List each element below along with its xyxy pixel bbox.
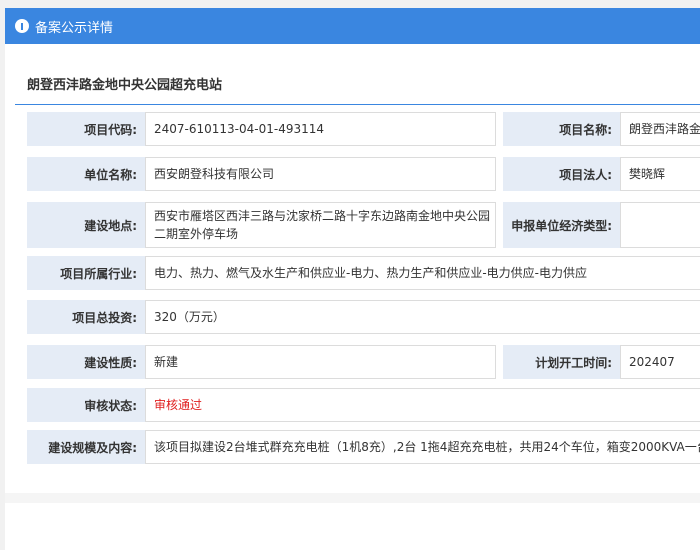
panel-header: 备案公示详情	[5, 8, 700, 44]
project-name-label: 项目名称:	[503, 112, 620, 146]
unit-name-value: 西安朗登科技有限公司	[145, 157, 496, 191]
title-divider	[15, 104, 700, 105]
panel-footer-divider	[5, 493, 700, 503]
legal-person-label: 项目法人:	[503, 157, 620, 191]
start-time-value: 202407	[620, 345, 700, 379]
legal-person-value: 樊晓辉	[620, 157, 700, 191]
review-status-value: 审核通过	[145, 388, 700, 422]
project-code-value: 2407-610113-04-01-493114	[145, 112, 496, 146]
project-code-label: 项目代码:	[27, 112, 145, 146]
scale-value: 该项目拟建设2台堆式群充充电桩（1机8充）,2台 1拖4超充充电桩，共用24个车…	[145, 430, 700, 464]
project-name-value: 朗登西沣路金地中央公园超充电站	[620, 112, 700, 146]
review-status-label: 审核状态:	[27, 388, 145, 422]
details-panel: 备案公示详情 朗登西沣路金地中央公园超充电站 项目代码: 2407-610113…	[5, 8, 700, 550]
industry-label: 项目所属行业:	[27, 256, 145, 290]
econ-type-value	[620, 202, 700, 248]
industry-value: 电力、热力、燃气及水生产和供应业-电力、热力生产和供应业-电力供应-电力供应	[145, 256, 700, 290]
location-label: 建设地点:	[27, 202, 145, 248]
project-title: 朗登西沣路金地中央公园超充电站	[27, 78, 223, 93]
nature-label: 建设性质:	[27, 345, 145, 379]
investment-label: 项目总投资:	[27, 300, 145, 334]
econ-type-label: 申报单位经济类型:	[503, 202, 620, 248]
scale-label: 建设规模及内容:	[27, 430, 145, 464]
panel-title: 备案公示详情	[35, 20, 114, 36]
unit-name-label: 单位名称:	[27, 157, 145, 191]
start-time-label: 计划开工时间:	[503, 345, 620, 379]
info-icon	[15, 19, 29, 33]
nature-value: 新建	[145, 345, 496, 379]
location-value: 西安市雁塔区西沣三路与沈家桥二路十字东边路南金地中央公园二期室外停车场	[145, 202, 496, 248]
investment-value: 320（万元）	[145, 300, 700, 334]
